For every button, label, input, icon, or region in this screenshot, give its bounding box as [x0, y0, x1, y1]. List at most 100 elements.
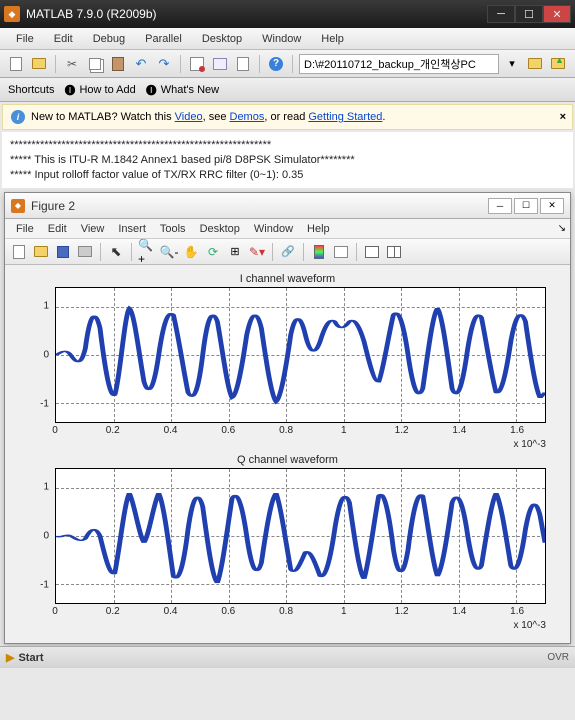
undo-button[interactable]: ↶ — [131, 54, 151, 74]
main-title: MATLAB 7.9.0 (R2009b) — [26, 7, 487, 21]
figure-icon: ◆ — [11, 199, 25, 213]
fig-print-button[interactable] — [75, 242, 95, 262]
show-plot-tools-button[interactable] — [384, 242, 404, 262]
banner-text: New to MATLAB? Watch this Video, see Dem… — [31, 111, 385, 123]
fig-menu-help[interactable]: Help — [300, 221, 337, 237]
matlab-logo-icon: ◆ — [4, 6, 20, 22]
insert-colorbar-button[interactable] — [309, 242, 329, 262]
profiler-button[interactable] — [233, 54, 253, 74]
toolbar-separator — [292, 55, 293, 73]
subplot-title: Q channel waveform — [19, 454, 556, 466]
demos-link[interactable]: Demos — [230, 111, 265, 123]
menu-window[interactable]: Window — [252, 31, 311, 47]
cmd-line: ***** This is ITU-R M.1842 Annex1 based … — [10, 153, 565, 168]
axes-q[interactable]: 1 0 -1 — [55, 468, 546, 604]
guide-button[interactable] — [210, 54, 230, 74]
figure-close-button[interactable]: ✕ — [540, 198, 564, 214]
zoom-in-button[interactable]: 🔍+ — [137, 242, 157, 262]
dock-control-icon[interactable]: ↘ — [558, 223, 566, 234]
up-folder-button[interactable]: ▲ — [548, 54, 568, 74]
fig-menu-edit[interactable]: Edit — [41, 221, 74, 237]
edit-plot-button[interactable]: ⬉ — [106, 242, 126, 262]
xtick-row: 0 0.2 0.4 0.6 0.8 1 1.2 1.4 1.6 — [55, 423, 546, 437]
toolbar-separator — [259, 55, 260, 73]
fig-menu-tools[interactable]: Tools — [153, 221, 193, 237]
info-icon: i — [11, 110, 25, 124]
fig-menu-view[interactable]: View — [74, 221, 112, 237]
rotate-3d-button[interactable]: ⟳ — [203, 242, 223, 262]
x-exponent: x 10^-3 — [19, 620, 546, 631]
paste-button[interactable] — [108, 54, 128, 74]
fig-menu-window[interactable]: Window — [247, 221, 300, 237]
whats-new-shortcut[interactable]: 🅘What's New — [146, 82, 219, 98]
toolbar-separator — [180, 55, 181, 73]
new-file-button[interactable] — [6, 54, 26, 74]
fig-menu-desktop[interactable]: Desktop — [193, 221, 247, 237]
axes-box — [55, 287, 546, 423]
fig-menu-insert[interactable]: Insert — [111, 221, 153, 237]
figure-menubar: File Edit View Insert Tools Desktop Wind… — [5, 219, 570, 239]
subplot-q-channel: Q channel waveform 1 0 -1 — [19, 454, 556, 631]
video-link[interactable]: Video — [175, 111, 203, 123]
getting-started-link[interactable]: Getting Started — [308, 111, 382, 123]
menu-debug[interactable]: Debug — [83, 31, 135, 47]
start-button[interactable]: ▶ Start — [6, 651, 44, 664]
open-file-button[interactable] — [29, 54, 49, 74]
help-button[interactable]: ? — [266, 54, 286, 74]
menu-file[interactable]: File — [6, 31, 44, 47]
browse-folder-button[interactable] — [525, 54, 545, 74]
pan-button[interactable]: ✋ — [181, 242, 201, 262]
figure-minimize-button[interactable]: ─ — [488, 198, 512, 214]
toolbar-separator — [55, 55, 56, 73]
fig-menu-file[interactable]: File — [9, 221, 41, 237]
ytick-label: 1 — [25, 482, 55, 493]
cmd-line: ****************************************… — [10, 138, 565, 153]
welcome-banner: i New to MATLAB? Watch this Video, see D… — [2, 104, 573, 130]
link-plot-button[interactable]: 🔗 — [278, 242, 298, 262]
i-waveform-line — [56, 288, 545, 422]
menu-help[interactable]: Help — [311, 31, 354, 47]
minimize-button[interactable]: ─ — [487, 5, 515, 23]
copy-button[interactable] — [85, 54, 105, 74]
fig-new-button[interactable] — [9, 242, 29, 262]
path-dropdown-button[interactable]: ▾ — [502, 54, 522, 74]
subplot-i-channel: I channel waveform 1 0 -1 — [19, 273, 556, 450]
x-exponent: x 10^-3 — [19, 439, 546, 450]
info-icon: 🅘 — [64, 82, 75, 98]
insert-legend-button[interactable] — [331, 242, 351, 262]
brush-button[interactable]: ✎▾ — [247, 242, 267, 262]
cut-button[interactable]: ✂ — [62, 54, 82, 74]
maximize-button[interactable]: ☐ — [515, 5, 543, 23]
data-cursor-button[interactable]: ⊞ — [225, 242, 245, 262]
ytick-label: 0 — [25, 531, 55, 542]
ovr-indicator: OVR — [547, 652, 569, 663]
ytick-label: -1 — [25, 579, 55, 590]
main-titlebar: ◆ MATLAB 7.9.0 (R2009b) ─ ☐ ✕ — [0, 0, 575, 28]
figure-maximize-button[interactable]: ☐ — [514, 198, 538, 214]
command-window[interactable]: ****************************************… — [2, 132, 573, 188]
fig-open-button[interactable] — [31, 242, 51, 262]
axes-i[interactable]: 1 0 -1 — [55, 287, 546, 423]
menu-edit[interactable]: Edit — [44, 31, 83, 47]
zoom-out-button[interactable]: 🔍- — [159, 242, 179, 262]
figure-toolbar: ⬉ 🔍+ 🔍- ✋ ⟳ ⊞ ✎▾ 🔗 — [5, 239, 570, 265]
redo-button[interactable]: ↷ — [154, 54, 174, 74]
how-to-add-shortcut[interactable]: 🅘How to Add — [64, 82, 135, 98]
figure-titlebar: ◆ Figure 2 ─ ☐ ✕ — [5, 193, 570, 219]
xtick-row: 0 0.2 0.4 0.6 0.8 1 1.2 1.4 1.6 — [55, 604, 546, 618]
simulink-button[interactable] — [187, 54, 207, 74]
q-waveform-line — [56, 469, 545, 603]
close-button[interactable]: ✕ — [543, 5, 571, 23]
figure-title: Figure 2 — [31, 199, 486, 213]
banner-close-button[interactable]: × — [560, 111, 566, 123]
current-folder-field[interactable] — [299, 54, 499, 74]
menu-desktop[interactable]: Desktop — [192, 31, 252, 47]
ytick-label: -1 — [25, 398, 55, 409]
start-arrow-icon: ▶ — [6, 651, 14, 664]
matlab-main-window: ◆ MATLAB 7.9.0 (R2009b) ─ ☐ ✕ File Edit … — [0, 0, 575, 720]
menu-parallel[interactable]: Parallel — [135, 31, 192, 47]
axes-box — [55, 468, 546, 604]
hide-plot-tools-button[interactable] — [362, 242, 382, 262]
fig-save-button[interactable] — [53, 242, 73, 262]
shortcuts-label: Shortcuts — [8, 84, 54, 96]
